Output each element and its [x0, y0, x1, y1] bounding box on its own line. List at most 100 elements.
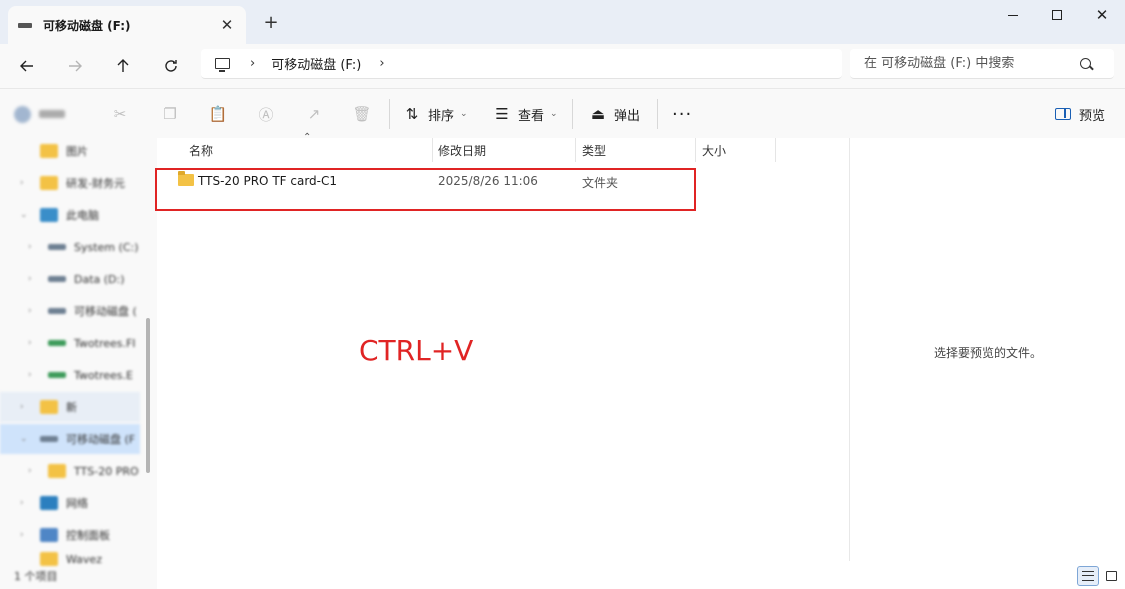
rename-icon: Ⓐ — [258, 105, 274, 124]
highlight-box — [155, 168, 696, 211]
sidebar-item-tts-folder[interactable]: › TTS-20 PRO — [0, 456, 148, 486]
refresh-button[interactable] — [156, 52, 186, 80]
expand-icon[interactable]: › — [28, 242, 38, 252]
rename-button[interactable]: Ⓐ — [258, 99, 274, 129]
delete-button[interactable]: 🗑 — [352, 99, 372, 129]
expand-icon[interactable]: ⌄ — [20, 434, 30, 444]
search-box[interactable] — [850, 49, 1114, 79]
tab-removable-disk[interactable]: 可移动磁盘 (F:) ✕ — [8, 6, 246, 44]
column-header-type[interactable]: 类型 — [582, 138, 606, 162]
column-divider[interactable] — [695, 138, 696, 162]
sidebar-item-new-folder[interactable]: › 新 — [0, 392, 140, 422]
refresh-icon — [165, 60, 177, 72]
sidebar-item-control-panel[interactable]: › 控制面板 — [0, 520, 148, 550]
breadcrumb-removable-disk[interactable]: 可移动磁盘 (F:) — [271, 54, 361, 73]
sidebar-item-network[interactable]: › 网络 — [0, 488, 148, 518]
folder-icon — [48, 464, 66, 478]
cut-icon: ✂ — [113, 105, 127, 123]
search-input[interactable] — [864, 56, 1078, 71]
eject-icon: ⏏ — [590, 105, 606, 123]
sort-icon: ⇅ — [405, 105, 419, 123]
column-header-name[interactable]: 名称 — [189, 138, 213, 162]
sidebar-item-label: Wavez — [66, 552, 102, 566]
maximize-button[interactable] — [1034, 0, 1080, 30]
new-button[interactable] — [14, 103, 80, 125]
column-header-size[interactable]: 大小 — [702, 138, 726, 162]
column-header-modified[interactable]: 修改日期 — [438, 138, 486, 162]
sidebar-item-removable-disk[interactable]: › 可移动磁盘 ( — [0, 296, 148, 326]
paste-button[interactable]: 📋 — [208, 99, 228, 129]
address-bar[interactable]: › 可移动磁盘 (F:) › — [201, 49, 842, 79]
preview-label: 预览 — [1079, 108, 1106, 124]
expand-icon[interactable]: › — [28, 370, 38, 380]
expand-icon[interactable]: › — [20, 178, 30, 188]
view-label: 查看 — [518, 108, 545, 124]
forward-button[interactable] — [60, 52, 90, 80]
column-divider[interactable] — [775, 138, 776, 162]
folder-icon — [40, 552, 58, 566]
expand-icon[interactable]: › — [28, 306, 38, 316]
folder-icon — [40, 144, 58, 158]
status-bar — [157, 561, 1125, 589]
sidebar-scrollbar[interactable] — [146, 318, 150, 473]
tiles-view-icon — [1105, 571, 1117, 581]
back-button[interactable] — [12, 52, 42, 80]
share-button[interactable]: ↗ — [306, 99, 322, 129]
sidebar-item-label: 此电脑 — [66, 209, 99, 222]
expand-icon[interactable]: › — [28, 338, 38, 348]
navigation-pane: 图片 › 研发-财务元 ⌄ 此电脑 › System (C:) › Data (D:) … — [0, 138, 157, 589]
title-bar: 可移动磁盘 (F:) ✕ + ✕ — [0, 0, 1125, 44]
up-button[interactable] — [108, 52, 138, 80]
breadcrumb-chevron-icon[interactable]: › — [250, 56, 255, 71]
eject-label: 弹出 — [614, 108, 641, 124]
sidebar-item-system-c[interactable]: › System (C:) — [0, 232, 148, 262]
copy-icon: ❐ — [163, 105, 177, 123]
tiles-view-button[interactable] — [1100, 566, 1122, 586]
sidebar-item-label: Twotrees.FI — [74, 336, 136, 350]
expand-icon[interactable]: › — [20, 402, 30, 412]
copy-button[interactable]: ❐ — [162, 99, 178, 129]
sidebar-item-twotrees-e[interactable]: › Twotrees.E — [0, 360, 148, 390]
preview-pane-button[interactable]: 预览 — [1055, 99, 1105, 129]
search-icon[interactable] — [1080, 58, 1091, 69]
eject-button[interactable]: ⏏ 弹出 — [590, 99, 640, 129]
delete-icon: 🗑 — [352, 105, 372, 123]
sidebar-item-label: 可移动磁盘 (F — [66, 433, 136, 446]
forward-arrow-icon — [69, 60, 82, 72]
computer-icon[interactable] — [215, 58, 230, 72]
more-options-button[interactable]: ··· — [672, 99, 692, 129]
expand-icon[interactable]: › — [20, 498, 30, 508]
close-window-button[interactable]: ✕ — [1079, 0, 1125, 30]
expand-icon[interactable]: › — [28, 274, 38, 284]
sidebar-item-label: 网络 — [66, 497, 88, 510]
expand-icon[interactable]: › — [20, 530, 30, 540]
sidebar-item-label: System (C:) — [74, 240, 139, 254]
cut-button[interactable]: ✂ — [112, 99, 128, 129]
paste-icon: 📋 — [208, 105, 228, 123]
sidebar-item-rd-finance[interactable]: › 研发-财务元 — [0, 168, 148, 198]
close-icon: ✕ — [1095, 6, 1109, 24]
back-arrow-icon — [20, 60, 33, 72]
column-divider[interactable] — [575, 138, 576, 162]
expand-icon[interactable]: ⌄ — [20, 210, 30, 220]
sidebar-item-pictures[interactable]: 图片 — [0, 138, 148, 166]
sort-button[interactable]: ⇅ 排序 ⌄ — [404, 99, 468, 129]
breadcrumb-chevron-icon[interactable]: › — [379, 56, 384, 71]
sidebar-item-data-d[interactable]: › Data (D:) — [0, 264, 148, 294]
folder-icon — [40, 176, 58, 190]
close-tab-icon[interactable]: ✕ — [218, 16, 236, 34]
sidebar-item-removable-disk-f[interactable]: ⌄ 可移动磁盘 (F — [0, 424, 140, 454]
status-item-count: 1 个项目 — [0, 566, 148, 586]
sidebar-item-this-pc[interactable]: ⌄ 此电脑 — [0, 200, 148, 230]
column-divider[interactable] — [432, 138, 433, 162]
chevron-down-icon: ⌄ — [460, 109, 468, 119]
minimize-button[interactable] — [990, 0, 1036, 30]
new-tab-button[interactable]: + — [260, 12, 282, 34]
drive-icon — [18, 22, 32, 28]
sidebar-item-twotrees-f[interactable]: › Twotrees.FI — [0, 328, 148, 358]
expand-icon[interactable]: › — [28, 466, 38, 476]
pc-icon — [40, 208, 58, 222]
view-button[interactable]: ☰ 查看 ⌄ — [494, 99, 557, 129]
drive-icon — [48, 340, 66, 346]
details-view-button[interactable] — [1077, 566, 1099, 586]
